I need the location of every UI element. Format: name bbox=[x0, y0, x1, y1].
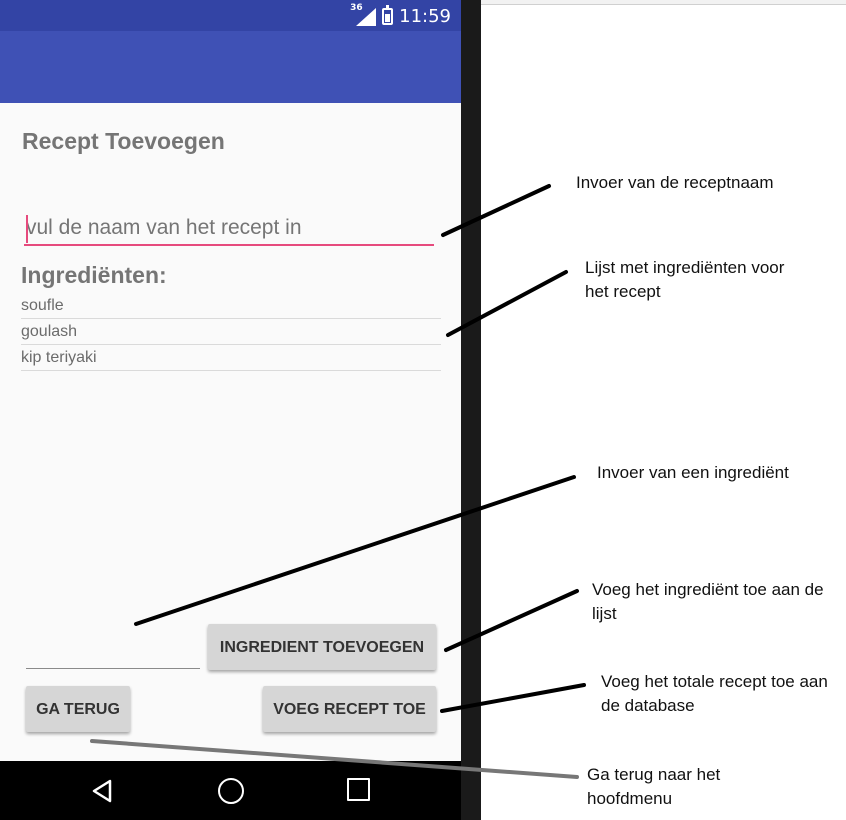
annotation-line-ingredient-input bbox=[134, 475, 576, 626]
annotation-ingredient-input: Invoer van een ingrediënt bbox=[597, 463, 789, 482]
annotation-add-ingredient: Voeg het ingrediënt toe aan de lijst bbox=[592, 580, 824, 623]
annotation-line-back bbox=[90, 739, 579, 779]
annotation-line-list bbox=[446, 270, 568, 337]
annotation-line-name bbox=[441, 184, 551, 237]
annotation-add-recipe: Voeg het totale recept toe aan de databa… bbox=[601, 672, 828, 715]
annotation-ingredient-list: Lijst met ingrediënten voor het recept bbox=[585, 258, 785, 301]
annotation-line-add-recipe bbox=[440, 683, 586, 713]
annotation-name-input: Invoer van de receptnaam bbox=[576, 173, 774, 192]
annotation-line-add-ingredient bbox=[444, 589, 579, 652]
annotation-back: Ga terug naar het hoofdmenu bbox=[587, 765, 721, 808]
